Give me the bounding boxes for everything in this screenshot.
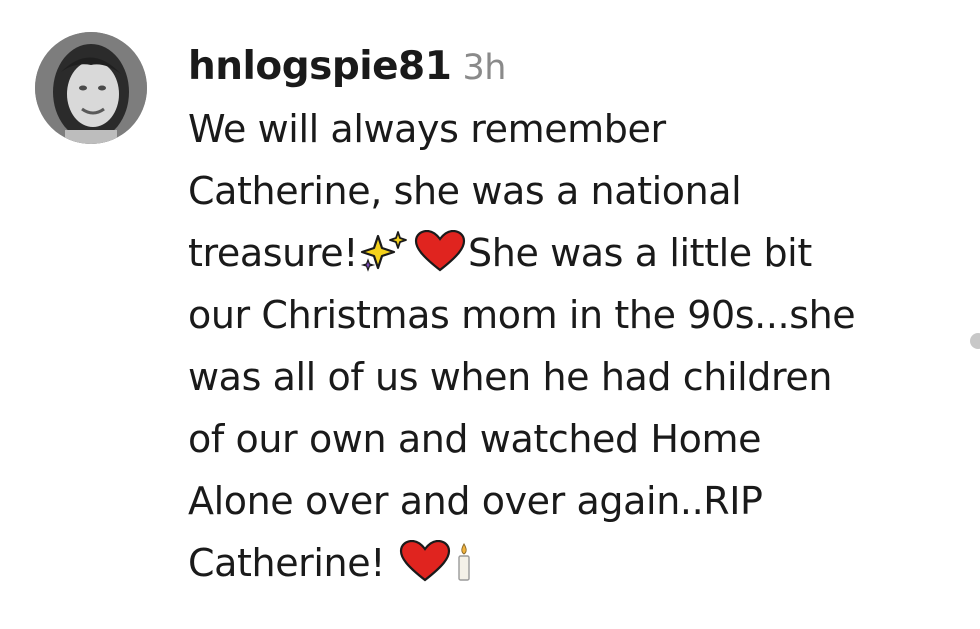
username-link[interactable]: hnlogspie81	[188, 44, 452, 89]
comment-text-line-6: of our own and watched Home	[188, 408, 958, 470]
candle-icon	[453, 538, 475, 600]
comment-text: was all of us when he had children	[188, 355, 833, 399]
comment-text-line-2: Catherine, she was a national	[188, 160, 958, 222]
comment-text: our Christmas mom in the 90s...she	[188, 293, 856, 337]
comment: hnlogspie81 3h We will always remember C…	[0, 0, 980, 629]
comment-header: hnlogspie81 3h	[188, 36, 958, 98]
comment-text: of our own and watched Home	[188, 417, 762, 461]
comment-text: Catherine!	[188, 541, 386, 585]
comment-body: hnlogspie81 3h We will always remember C…	[188, 36, 958, 594]
comment-text-line-8: Catherine!	[188, 532, 958, 594]
comment-text: She was a little bit	[468, 231, 812, 275]
comment-text: Alone over and over again..RIP	[188, 479, 763, 523]
comment-text: We will always remember	[188, 107, 666, 151]
red-heart-icon	[412, 228, 468, 290]
more-options-dot[interactable]	[970, 333, 980, 349]
comment-text-line-4: our Christmas mom in the 90s...she	[188, 284, 958, 346]
avatar[interactable]	[35, 32, 147, 144]
comment-text-line-7: Alone over and over again..RIP	[188, 470, 958, 532]
comment-text-line-1: We will always remember	[188, 98, 958, 160]
sparkles-icon	[358, 228, 412, 290]
comment-text-line-3: treasure! She was a little bit	[188, 222, 958, 284]
comment-text-line-5: was all of us when he had children	[188, 346, 958, 408]
comment-text: Catherine, she was a national	[188, 169, 742, 213]
timestamp[interactable]: 3h	[462, 48, 506, 88]
comment-text: treasure!	[188, 231, 359, 275]
avatar-photo	[35, 32, 147, 144]
red-heart-icon	[397, 538, 453, 600]
